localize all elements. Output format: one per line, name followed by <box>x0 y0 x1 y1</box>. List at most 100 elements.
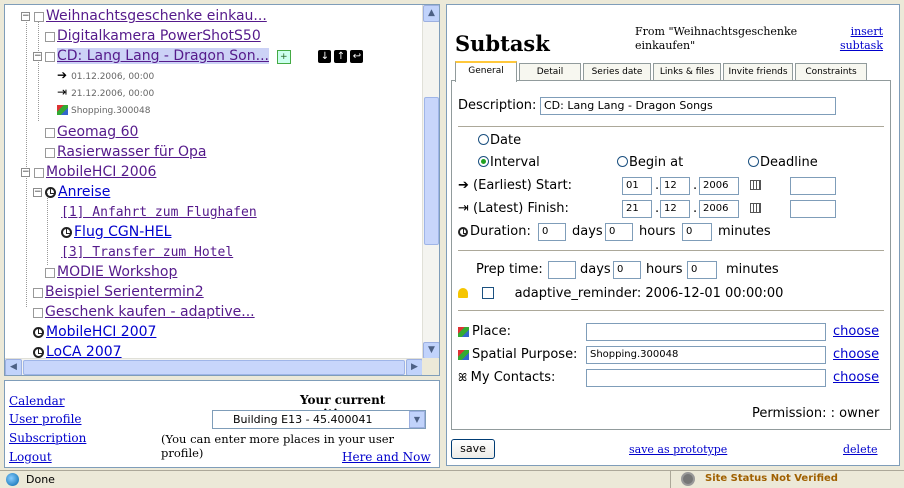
tab-series-date[interactable]: Series date <box>583 63 651 81</box>
radio-icon[interactable] <box>617 156 628 167</box>
scroll-thumb[interactable] <box>23 360 405 375</box>
task-square-icon <box>45 31 55 42</box>
finish-time-input[interactable] <box>790 200 836 218</box>
position-panel: Calendar User profile Subscription Logou… <box>4 380 440 468</box>
tree-item-label[interactable]: MODIE Workshop <box>57 264 177 280</box>
move-down-icon[interactable]: ↓ <box>318 50 332 63</box>
tree-item[interactable]: [3] Transfer zum Hotel <box>61 243 233 262</box>
chevron-down-icon[interactable]: ▼ <box>409 411 425 428</box>
start-day-input[interactable]: 01 <box>622 177 652 195</box>
start-month-input[interactable]: 12 <box>660 177 690 195</box>
tree-item-label[interactable]: Geomag 60 <box>57 124 138 140</box>
radio-checked-icon[interactable] <box>478 156 489 167</box>
tree-item-label[interactable]: Flug CGN-HEL <box>74 224 171 240</box>
user-profile-link[interactable]: User profile <box>9 412 82 426</box>
contacts-choose-link[interactable]: choose <box>833 370 879 385</box>
delete-link[interactable]: delete <box>843 443 878 456</box>
move-back-icon[interactable]: ↩ <box>350 50 364 63</box>
save-button[interactable]: save <box>451 439 495 459</box>
prep-hours-input[interactable]: 0 <box>687 261 717 279</box>
reminder-checkbox[interactable] <box>482 287 495 299</box>
tree-item-label[interactable]: Beispiel Serientermin2 <box>45 284 204 300</box>
prep-time-input[interactable] <box>548 261 576 279</box>
spatial-row: Spatial Purpose: <box>458 347 577 362</box>
tree-item-label[interactable]: Digitalkamera PowerShotS50 <box>57 28 261 44</box>
tab-links-files[interactable]: Links & files <box>653 63 721 81</box>
scroll-down-icon[interactable]: ▼ <box>423 342 439 359</box>
logout-link[interactable]: Logout <box>9 450 52 464</box>
tree-item[interactable]: Flug CGN-HEL <box>61 223 171 242</box>
tree-item[interactable]: − MobileHCI 2006 <box>21 163 156 182</box>
collapse-icon[interactable]: − <box>21 168 30 177</box>
radio-icon[interactable] <box>478 134 489 145</box>
tree-item[interactable]: MODIE Workshop <box>45 263 177 282</box>
spatial-purpose-input[interactable]: Shopping.300048 <box>586 346 826 364</box>
tree-item[interactable]: − Weihnachtsgeschenke einkau... <box>21 7 267 26</box>
collapse-icon[interactable]: − <box>33 52 42 61</box>
start-date-text: 01.12.2006, 00:00 <box>71 72 155 82</box>
scroll-right-icon[interactable]: ▶ <box>406 359 423 375</box>
place-input[interactable] <box>586 323 826 341</box>
insert-subtask-link[interactable]: insert subtask <box>831 25 883 53</box>
tree-item-label[interactable]: Geschenk kaufen - adaptive... <box>45 304 255 320</box>
finish-month-input[interactable]: 12 <box>660 200 690 218</box>
start-time-input[interactable] <box>790 177 836 195</box>
add-subtask-icon[interactable]: + <box>276 49 291 64</box>
collapse-icon[interactable]: − <box>33 188 42 197</box>
date-radio[interactable]: Date <box>478 133 521 148</box>
here-and-now-link[interactable]: Here and Now <box>342 450 431 464</box>
tree-item[interactable]: MobileHCI 2007 <box>33 323 156 342</box>
tree-item[interactable]: Geomag 60 <box>45 123 138 142</box>
tab-invite-friends[interactable]: Invite friends <box>723 63 793 81</box>
tree-horizontal-scrollbar[interactable]: ◀ ▶ <box>5 358 423 375</box>
tree-item[interactable]: Beispiel Serientermin2 <box>33 283 204 302</box>
tree-item-label[interactable]: CD: Lang Lang - Dragon Son... <box>57 48 269 64</box>
finish-day-input[interactable]: 21 <box>622 200 652 218</box>
tab-detail[interactable]: Detail <box>519 63 581 81</box>
tree-item-label[interactable]: Rasierwasser für Opa <box>57 144 206 160</box>
duration-hours-input[interactable]: 0 <box>605 223 633 241</box>
duration-days-input[interactable]: 0 <box>538 223 566 241</box>
collapse-icon[interactable]: − <box>21 12 30 21</box>
save-as-prototype-link[interactable]: save as prototype <box>629 443 727 456</box>
site-status-area[interactable]: Site Status Not Verified <box>670 471 900 488</box>
duration-minutes-input[interactable]: 0 <box>682 223 712 241</box>
scroll-up-icon[interactable]: ▲ <box>423 5 439 22</box>
finish-year-input[interactable]: 2006 <box>699 200 739 218</box>
tree-item-label[interactable]: [3] Transfer zum Hotel <box>61 245 233 260</box>
tree-item-label[interactable]: MobileHCI 2007 <box>46 324 156 340</box>
contacts-input[interactable] <box>586 369 826 387</box>
place-choose-link[interactable]: choose <box>833 324 879 339</box>
tree-item-label[interactable]: Weihnachtsgeschenke einkau... <box>46 8 267 24</box>
tree-item[interactable]: Rasierwasser für Opa <box>45 143 206 162</box>
calendar-link[interactable]: Calendar <box>9 394 65 408</box>
position-select[interactable]: Building E13 - 45.400041 ▼ <box>212 410 426 429</box>
scroll-thumb[interactable] <box>424 97 439 245</box>
begin-at-radio[interactable]: Begin at <box>617 155 683 170</box>
tree-item[interactable]: LoCA 2007 <box>33 343 122 359</box>
tree-item-label[interactable]: LoCA 2007 <box>46 344 122 359</box>
tree-vertical-scrollbar[interactable]: ▲ ▼ <box>422 5 439 359</box>
tree-item[interactable]: − Anreise <box>33 183 110 202</box>
tree-item-selected[interactable]: − CD: Lang Lang - Dragon Son... + ↓ ↑ ↩ <box>33 47 366 66</box>
calendar-icon[interactable] <box>750 180 761 190</box>
interval-radio[interactable]: Interval <box>478 155 540 170</box>
description-input[interactable]: CD: Lang Lang - Dragon Songs <box>540 97 836 115</box>
deadline-radio[interactable]: Deadline <box>748 155 818 170</box>
start-year-input[interactable]: 2006 <box>699 177 739 195</box>
subscription-link[interactable]: Subscription <box>9 431 86 445</box>
move-up-icon[interactable]: ↑ <box>334 50 348 63</box>
prep-days-input[interactable]: 0 <box>613 261 641 279</box>
tree-item-label[interactable]: MobileHCI 2006 <box>46 164 156 180</box>
tab-general[interactable]: General <box>455 61 517 82</box>
tree-item[interactable]: Geschenk kaufen - adaptive... <box>33 303 255 322</box>
tree-item[interactable]: Digitalkamera PowerShotS50 <box>45 27 261 46</box>
calendar-icon[interactable] <box>750 203 761 213</box>
tab-constraints[interactable]: Constraints <box>795 63 867 81</box>
tree-item[interactable]: [1] Anfahrt zum Flughafen <box>61 203 257 222</box>
scroll-left-icon[interactable]: ◀ <box>5 359 22 375</box>
tree-item-label[interactable]: Anreise <box>58 184 110 200</box>
tree-item-label[interactable]: [1] Anfahrt zum Flughafen <box>61 205 257 220</box>
radio-icon[interactable] <box>748 156 759 167</box>
spatial-choose-link[interactable]: choose <box>833 347 879 362</box>
